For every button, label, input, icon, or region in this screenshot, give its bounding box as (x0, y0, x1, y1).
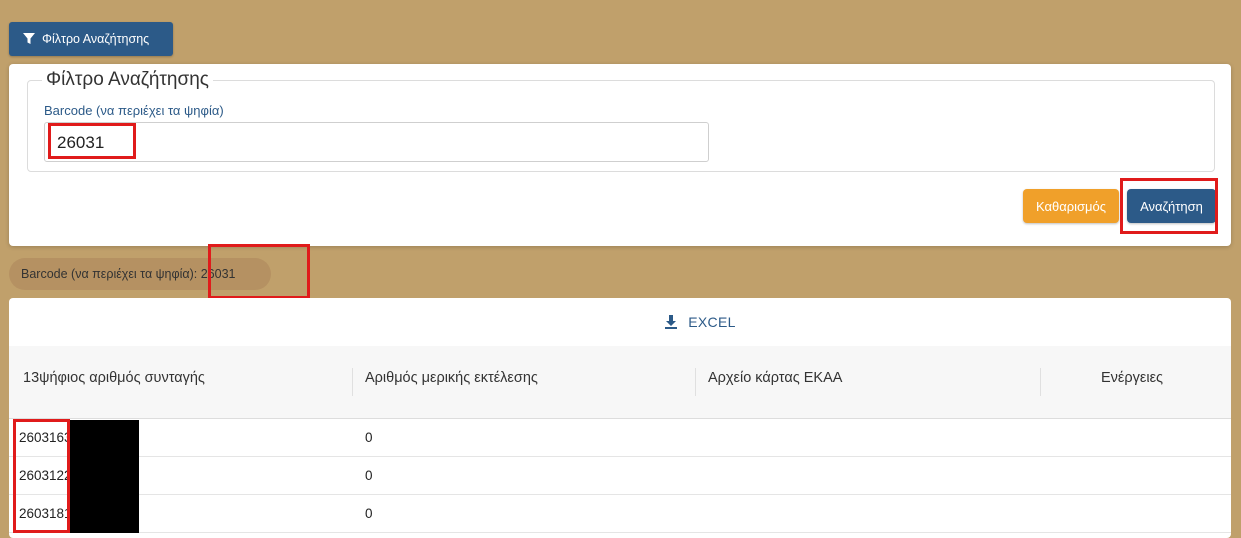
column-header[interactable]: 13ψήφιος αριθμός συνταγής (23, 370, 205, 386)
excel-export-button[interactable]: EXCEL (9, 298, 1231, 346)
column-header[interactable]: Αριθμός μερικής εκτέλεσης (365, 370, 538, 386)
highlight-prescription-prefix (13, 419, 70, 533)
clear-button[interactable]: Καθαρισμός (1023, 189, 1119, 223)
filter-toggle-button[interactable]: Φίλτρο Αναζήτησης (9, 22, 173, 56)
partial-execution-cell: 0 (365, 430, 373, 445)
excel-label: EXCEL (688, 314, 736, 330)
column-header[interactable]: Ενέργειες (1101, 370, 1163, 386)
column-header[interactable]: Αρχείο κάρτας ΕΚΑΑ (708, 370, 842, 386)
highlight-barcode-value (48, 123, 136, 159)
filter-legend: Φίλτρο Αναζήτησης (42, 69, 213, 91)
barcode-label: Barcode (να περιέχει τα ψηφία) (44, 103, 224, 118)
download-icon (665, 315, 678, 329)
partial-execution-cell: 0 (365, 468, 373, 483)
filter-toggle-label: Φίλτρο Αναζήτησης (42, 32, 150, 46)
table-row[interactable]: 2603163 0 (9, 418, 1231, 457)
filter-panel: Φίλτρο Αναζήτησης Barcode (να περιέχει τ… (9, 64, 1231, 246)
table-row[interactable]: 2603122 0 (9, 456, 1231, 495)
filter-fieldset: Φίλτρο Αναζήτησης Barcode (να περιέχει τ… (27, 69, 1215, 172)
redaction-block (70, 420, 139, 533)
results-panel: EXCEL 13ψήφιος αριθμός συνταγής Αριθμός … (9, 298, 1231, 538)
partial-execution-cell: 0 (365, 506, 373, 521)
column-divider (695, 368, 696, 396)
table-header: 13ψήφιος αριθμός συνταγής Αριθμός μερική… (9, 346, 1231, 419)
highlight-search-button (1120, 178, 1218, 234)
barcode-input[interactable]: 26031 (44, 122, 709, 162)
filter-icon (23, 33, 35, 44)
column-divider (352, 368, 353, 396)
table-row[interactable]: 2603181 0 (9, 494, 1231, 533)
column-divider (1040, 368, 1041, 396)
highlight-chip-value (208, 244, 310, 299)
